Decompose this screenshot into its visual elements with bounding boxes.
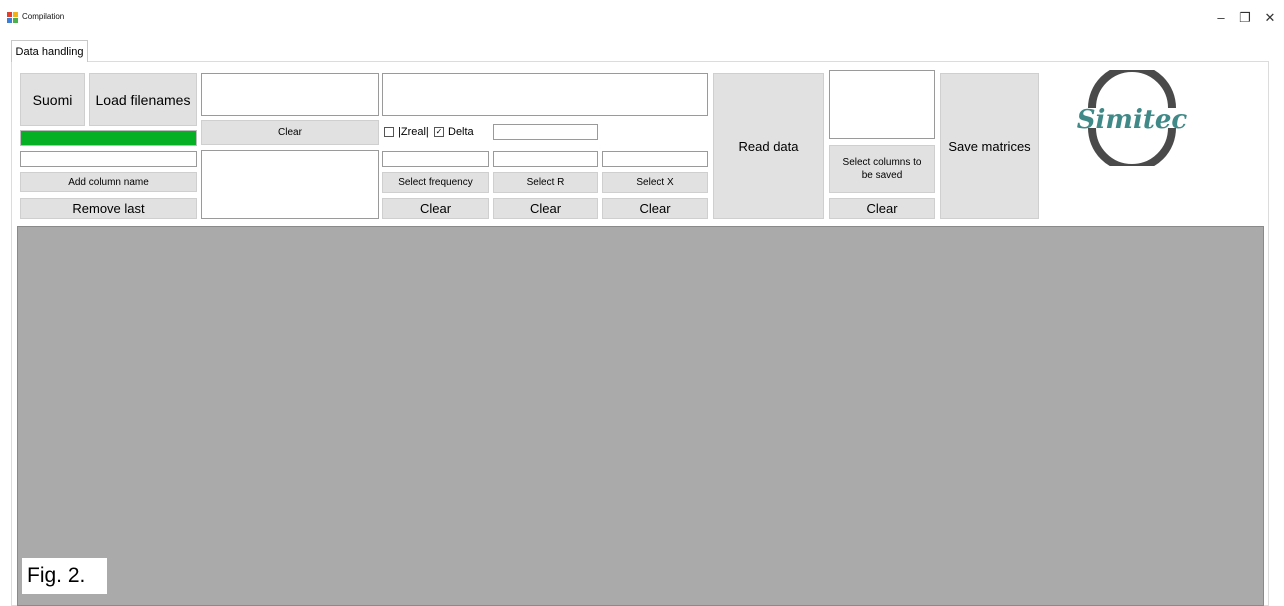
zreal-checkbox-box[interactable] [384, 127, 394, 137]
add-column-name-button[interactable]: Add column name [20, 172, 197, 192]
frequency-input[interactable] [382, 151, 489, 167]
select-frequency-button[interactable]: Select frequency [382, 172, 489, 193]
app-icon [7, 10, 18, 23]
select-columns-button[interactable]: Select columns to be saved [829, 145, 935, 193]
clear-x-button[interactable]: Clear [602, 198, 708, 219]
r-input[interactable] [493, 151, 598, 167]
logo-text: Simitec [1077, 105, 1188, 135]
columns-list[interactable] [382, 73, 708, 116]
save-columns-list[interactable] [829, 70, 935, 139]
tab-data-handling[interactable]: Data handling [11, 40, 88, 62]
zreal-checkbox[interactable]: |Zreal| [384, 126, 429, 138]
delta-checkbox-label: Delta [448, 126, 474, 138]
remove-last-button[interactable]: Remove last [20, 198, 197, 219]
select-r-button[interactable]: Select R [493, 172, 598, 193]
select-x-button[interactable]: Select X [602, 172, 708, 193]
graph-area[interactable] [17, 226, 1264, 606]
load-filenames-button[interactable]: Load filenames [89, 73, 197, 126]
delta-checkbox-box[interactable]: ✓ [434, 127, 444, 137]
close-button[interactable]: ✕ [1256, 8, 1284, 28]
delta-checkbox[interactable]: ✓ Delta [434, 126, 474, 138]
title-bar [0, 0, 1284, 30]
delta-value-input[interactable] [493, 124, 598, 140]
x-input[interactable] [602, 151, 708, 167]
read-data-button[interactable]: Read data [713, 73, 824, 219]
clear-r-button[interactable]: Clear [493, 198, 598, 219]
save-matrices-button[interactable]: Save matrices [940, 73, 1039, 219]
restore-button[interactable]: ❐ [1231, 8, 1259, 28]
figure-label: Fig. 2. [22, 558, 107, 594]
suomi-button[interactable]: Suomi [20, 73, 85, 126]
column-names-list[interactable] [201, 150, 379, 219]
clear-filenames-button[interactable]: Clear [201, 120, 379, 145]
column-name-input[interactable] [20, 151, 197, 167]
clear-columns-button[interactable]: Clear [829, 198, 935, 219]
progress-bar [20, 130, 197, 146]
simitec-logo: Simitec [1072, 64, 1192, 172]
zreal-checkbox-label: |Zreal| [398, 126, 429, 138]
progress-fill [21, 131, 196, 145]
window-title: Compilation [22, 12, 65, 21]
clear-frequency-button[interactable]: Clear [382, 198, 489, 219]
filenames-list[interactable] [201, 73, 379, 116]
